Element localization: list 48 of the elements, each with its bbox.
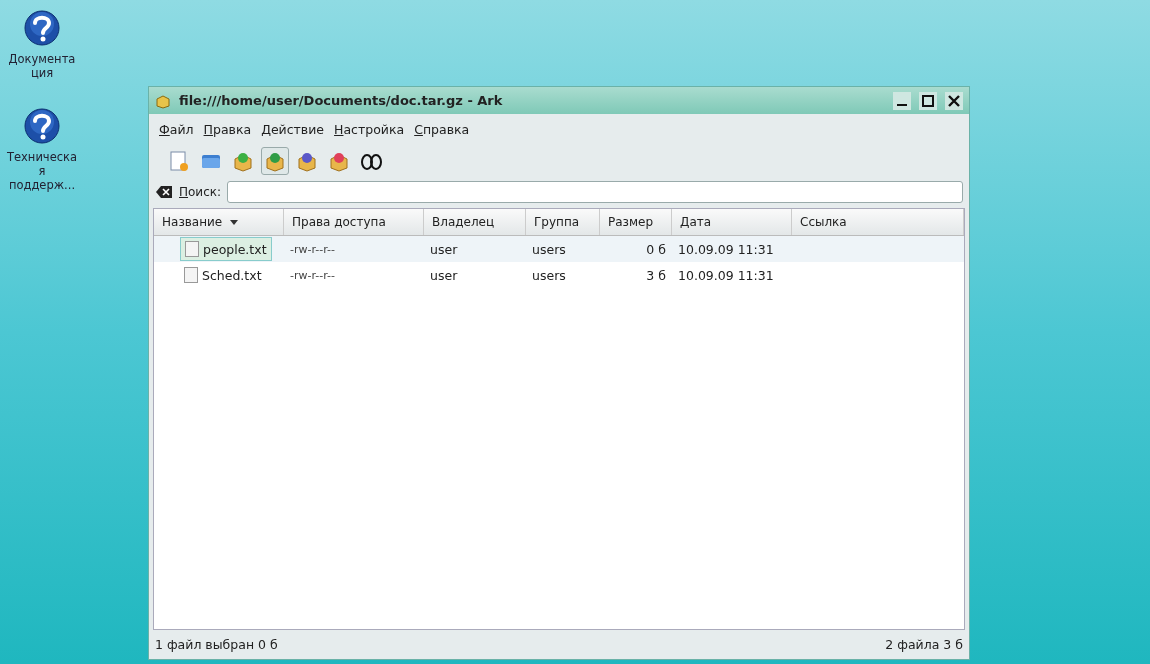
menu-item[interactable]: Файл: [159, 122, 194, 137]
new-file-icon: [168, 150, 190, 172]
file-name-cell[interactable]: people.txt: [180, 237, 272, 261]
table-cell-text: users: [531, 267, 567, 283]
status-text: 1 файл выбран 0 б: [155, 637, 278, 652]
column-header[interactable]: Ссылка: [792, 209, 964, 235]
column-header[interactable]: Дата: [672, 209, 792, 235]
column-header[interactable]: Группа: [526, 209, 600, 235]
desktop-icon-label[interactable]: Документа ция: [6, 52, 78, 80]
menu-item[interactable]: Настройка: [334, 122, 405, 137]
menu-item[interactable]: Справка: [414, 122, 470, 137]
close-button[interactable]: [945, 91, 963, 110]
search-field[interactable]: [227, 181, 963, 203]
clear-icon: [155, 185, 173, 199]
table-cell-text: -rw-r--r--: [289, 268, 336, 282]
search-label: Поиск:: [179, 185, 222, 199]
help-icon: [24, 108, 60, 144]
maximize-button[interactable]: [919, 91, 937, 110]
box-icon: [232, 150, 254, 172]
status-text: 2 файла 3 б: [885, 637, 963, 652]
file-name-cell[interactable]: Sched.txt: [180, 264, 266, 286]
desktop-icon-label[interactable]: Техническа я поддерж...: [6, 150, 78, 192]
close-icon: [948, 94, 960, 107]
table-cell-text: user: [429, 241, 459, 257]
menu-item[interactable]: Правка: [203, 122, 252, 137]
help-icon: [24, 10, 60, 46]
maximize-icon: [922, 94, 934, 107]
file-icon: [184, 267, 198, 283]
column-header[interactable]: Название: [154, 209, 284, 235]
file-icon: [185, 241, 199, 257]
table-cell-text: 10.09.09 11:31: [677, 241, 775, 257]
table-cell-text: users: [531, 241, 567, 257]
box-icon: [264, 150, 286, 172]
table-cell-text: 3 б: [645, 267, 667, 283]
box-icon: [328, 150, 350, 172]
table-cell-text: 10.09.09 11:31: [677, 267, 775, 283]
sort-arrow-icon: [230, 219, 239, 225]
minimize-icon: [897, 103, 907, 106]
table-cell-text: user: [429, 267, 459, 283]
table-cell-text: 0 б: [645, 241, 667, 257]
column-header[interactable]: Права доступа: [284, 209, 424, 235]
box-icon: [296, 150, 318, 172]
column-header[interactable]: Размер: [600, 209, 672, 235]
window-title: file:///home/user/Documents/doc.tar.gz - Ark: [179, 93, 504, 108]
column-header[interactable]: Владелец: [424, 209, 526, 235]
table-cell-text: -rw-r--r--: [289, 242, 336, 256]
menu-item[interactable]: Действие: [261, 122, 325, 137]
minimize-button[interactable]: [893, 91, 911, 110]
